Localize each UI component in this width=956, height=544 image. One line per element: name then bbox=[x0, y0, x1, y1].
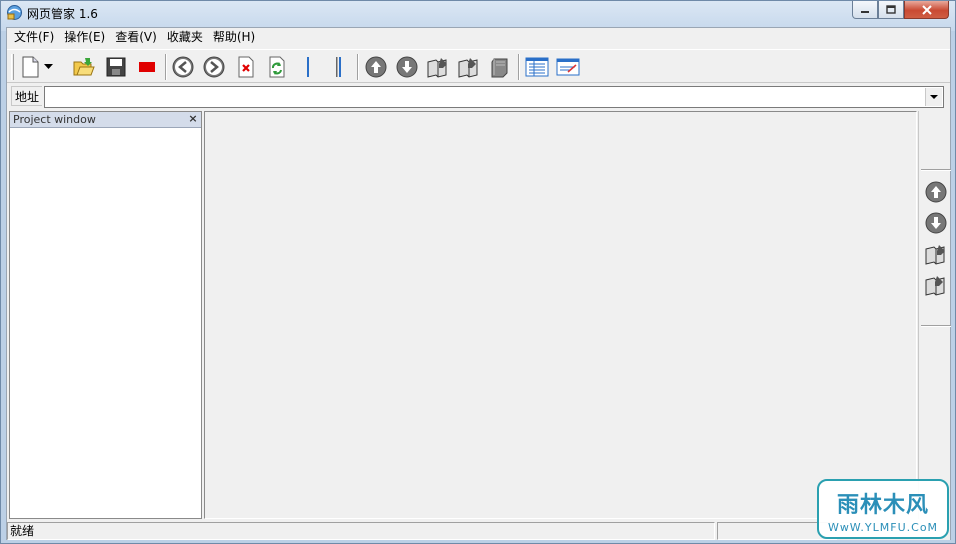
list-view-button[interactable] bbox=[524, 54, 550, 80]
menu-file[interactable]: 文件(F) bbox=[9, 28, 59, 47]
side-toolbar bbox=[918, 111, 951, 519]
side-edit-book-button[interactable] bbox=[923, 241, 949, 267]
book-icon bbox=[491, 58, 508, 78]
address-dropdown-button[interactable] bbox=[925, 88, 942, 106]
menu-help[interactable]: 帮助(H) bbox=[208, 28, 260, 47]
forward-button[interactable] bbox=[201, 54, 227, 80]
split-double-icon bbox=[336, 57, 341, 77]
close-button[interactable] bbox=[904, 1, 949, 19]
edit-book-2-icon bbox=[458, 58, 478, 78]
menu-edit[interactable]: 操作(E) bbox=[59, 28, 110, 47]
address-label: 地址 bbox=[11, 86, 43, 106]
app-logo-icon bbox=[7, 5, 22, 20]
list-view-icon bbox=[525, 57, 549, 77]
toolbar-separator bbox=[357, 54, 359, 80]
side-edit-book-2-button[interactable] bbox=[923, 272, 949, 298]
side-separator bbox=[921, 169, 951, 171]
back-icon bbox=[172, 56, 194, 78]
edit-book-icon bbox=[925, 245, 945, 265]
edit-book-button[interactable] bbox=[425, 54, 451, 80]
client-area: 文件(F) 操作(E) 查看(V) 收藏夹 帮助(H) 地址 Project w… bbox=[6, 27, 951, 540]
watermark-main-text: 雨林木风 bbox=[836, 493, 929, 518]
watermark-logo: 雨林木风 WwW.YLMFU.CoM bbox=[817, 479, 949, 539]
maximize-button[interactable] bbox=[878, 1, 904, 19]
move-down-button[interactable] bbox=[394, 54, 420, 80]
save-button[interactable] bbox=[103, 54, 129, 80]
toolbar-grip[interactable] bbox=[11, 54, 14, 80]
open-button[interactable] bbox=[71, 54, 97, 80]
edit-book-2-button[interactable] bbox=[456, 54, 482, 80]
web-view-button[interactable] bbox=[555, 54, 581, 80]
split-vertical-button[interactable] bbox=[295, 54, 321, 80]
new-dropdown-button[interactable] bbox=[41, 54, 55, 80]
back-button[interactable] bbox=[170, 54, 196, 80]
refresh-icon bbox=[269, 56, 285, 78]
menu-view[interactable]: 查看(V) bbox=[110, 28, 162, 47]
save-icon bbox=[106, 57, 126, 77]
window-title: 网页管家 1.6 bbox=[27, 7, 98, 21]
new-file-icon bbox=[22, 56, 39, 78]
move-down-icon bbox=[396, 56, 418, 78]
watermark-url-text: WwW.YLMFU.CoM bbox=[827, 521, 939, 534]
close-icon bbox=[921, 4, 932, 15]
edit-book-icon bbox=[427, 58, 447, 78]
maximize-icon bbox=[886, 5, 896, 14]
stop-icon bbox=[139, 62, 155, 72]
book-button[interactable] bbox=[487, 54, 513, 80]
web-view-icon bbox=[556, 58, 580, 76]
split-vertical-icon bbox=[307, 57, 309, 77]
edit-book-2-icon bbox=[925, 276, 945, 296]
menu-bar: 文件(F) 操作(E) 查看(V) 收藏夹 帮助(H) bbox=[7, 28, 950, 47]
stop-button[interactable] bbox=[134, 54, 160, 80]
move-up-button[interactable] bbox=[363, 54, 389, 80]
minimize-icon bbox=[861, 10, 869, 13]
delete-button[interactable] bbox=[233, 54, 259, 80]
dropdown-arrow-icon bbox=[43, 64, 53, 69]
delete-icon bbox=[238, 56, 254, 78]
status-text: 就绪 bbox=[7, 522, 715, 540]
title-bar[interactable]: 网页管家 1.6 bbox=[1, 1, 955, 27]
new-button[interactable] bbox=[17, 54, 43, 80]
menu-favorites[interactable]: 收藏夹 bbox=[162, 28, 208, 47]
forward-icon bbox=[203, 56, 225, 78]
refresh-button[interactable] bbox=[264, 54, 290, 80]
project-window-title: Project window bbox=[13, 113, 96, 126]
project-close-button[interactable]: × bbox=[187, 113, 199, 125]
address-bar: 地址 bbox=[7, 84, 950, 110]
toolbar bbox=[7, 49, 950, 83]
chevron-down-icon bbox=[930, 94, 938, 99]
status-bar: 就绪 bbox=[7, 521, 950, 540]
split-double-button[interactable] bbox=[326, 54, 352, 80]
project-window-header: Project window × bbox=[10, 112, 201, 128]
move-down-icon bbox=[925, 212, 947, 234]
main-content-area bbox=[204, 111, 917, 519]
address-input[interactable] bbox=[44, 86, 944, 108]
minimize-button[interactable] bbox=[852, 1, 878, 19]
open-folder-icon bbox=[73, 58, 95, 76]
move-up-icon bbox=[925, 181, 947, 203]
project-window: Project window × bbox=[9, 111, 202, 519]
toolbar-separator bbox=[165, 54, 167, 80]
app-window: 网页管家 1.6 文件(F) 操作(E) 查看(V) 收藏夹 帮助(H) 地址 … bbox=[0, 0, 956, 544]
side-move-up-button[interactable] bbox=[923, 179, 949, 205]
move-up-icon bbox=[365, 56, 387, 78]
side-separator bbox=[921, 325, 951, 327]
side-move-down-button[interactable] bbox=[923, 210, 949, 236]
toolbar-separator bbox=[518, 54, 520, 80]
